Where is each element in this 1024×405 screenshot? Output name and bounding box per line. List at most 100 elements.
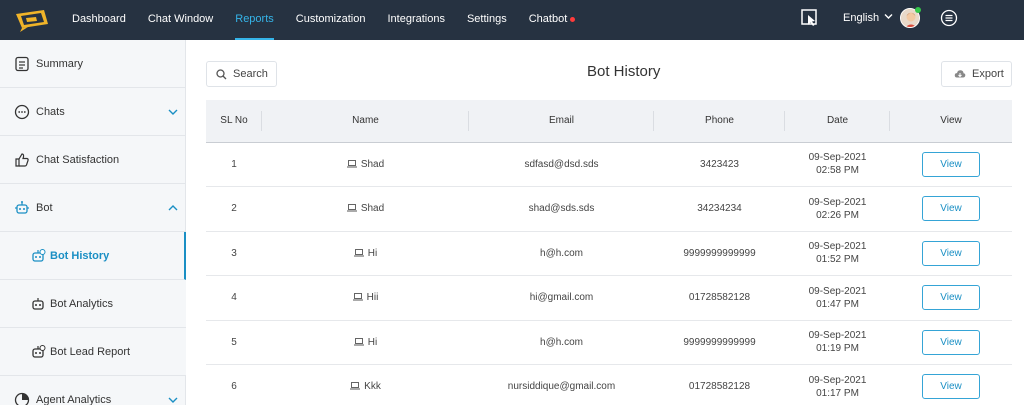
bot-history-icon	[32, 248, 46, 262]
cell-phone: 01728582128	[688, 292, 751, 304]
table-row: 4 Hii hi@gmail.com 01728582128 09-Sep-20…	[206, 276, 1012, 321]
column-header-name: Name	[262, 100, 469, 142]
cell-email: sdfasd@dsd.sds	[524, 158, 599, 170]
cell-date: 09-Sep-2021 02:26 PM	[808, 196, 867, 221]
sidebar-item-summary[interactable]: Summary	[0, 40, 186, 88]
cell-view: View	[890, 231, 1012, 276]
column-header-phone: Phone	[654, 100, 785, 142]
chat-bubble-icon	[14, 104, 30, 119]
online-status-dot	[915, 7, 921, 13]
sidebar-item-agent-analytics[interactable]: Agent Analytics	[0, 376, 186, 405]
sidebar-item-label: Agent Analytics	[36, 393, 112, 405]
search-icon	[216, 68, 227, 79]
table-row: 3 Hi h@h.com 9999999999999 09-Sep-2021 01…	[206, 231, 1012, 276]
laptop-icon	[350, 382, 361, 390]
laptop-icon	[353, 248, 364, 257]
laptop-icon	[353, 337, 364, 346]
nav-customization[interactable]: Customization	[296, 0, 366, 40]
export-button[interactable]: Export	[941, 61, 1012, 87]
cell-email: hi@gmail.com	[529, 292, 594, 304]
sidebar-item-bot-history[interactable]: Bot History	[0, 232, 186, 280]
sidebar-item-chat-satisfaction[interactable]: Chat Satisfaction	[0, 136, 186, 184]
bot-history-table: SL No Name Email Phone Date View 1 Shad …	[206, 100, 1012, 405]
laptop-icon	[346, 159, 357, 168]
nav-settings[interactable]: Settings	[467, 0, 507, 40]
cell-sl-no: 2	[231, 203, 237, 215]
table-row: 2 Shad shad@sds.sds 34234234 09-Sep-2021…	[206, 187, 1012, 232]
cell-email: nursiddique@gmail.com	[507, 381, 616, 393]
column-header-email: Email	[469, 100, 654, 142]
view-button[interactable]: View	[922, 240, 980, 266]
nav-chatbot[interactable]: Chatbot	[529, 0, 576, 40]
sidebar-item-label: Bot Lead Report	[50, 345, 131, 358]
menu-icon[interactable]	[940, 9, 958, 27]
view-button[interactable]: View	[922, 285, 980, 311]
laptop-icon	[352, 293, 363, 301]
cell-view: View	[890, 276, 1012, 321]
cell-sl-no: 6	[231, 381, 237, 393]
nav-reports[interactable]: Reports	[235, 0, 274, 40]
search-label: Search	[233, 68, 268, 80]
sidebar: Summary Chats Chat Satisfaction Bot Bot …	[0, 40, 186, 405]
cell-name: Hii	[262, 276, 469, 321]
cell-sl-no: 4	[231, 292, 237, 304]
main-nav: Dashboard Chat Window Reports Customizat…	[72, 0, 597, 40]
screen-share-icon[interactable]	[800, 8, 820, 28]
cell-name: Kkk	[262, 365, 469, 405]
cell-phone: 01728582128	[688, 381, 751, 393]
top-navbar: Dashboard Chat Window Reports Customizat…	[0, 0, 1024, 40]
cell-view: View	[890, 187, 1012, 232]
nav-integrations[interactable]: Integrations	[387, 0, 444, 40]
sidebar-item-bot-analytics[interactable]: Bot Analytics	[0, 280, 186, 328]
view-button[interactable]: View	[922, 196, 980, 222]
cell-view: View	[890, 320, 1012, 365]
table-row: 1 Shad sdfasd@dsd.sds 3423423 09-Sep-202…	[206, 142, 1012, 187]
table-row: 6 Kkk nursiddique@gmail.com 01728582128 …	[206, 365, 1012, 405]
cell-phone: 9999999999999	[683, 336, 756, 348]
cell-phone: 34234234	[697, 203, 742, 215]
sidebar-item-label: Chats	[36, 105, 65, 118]
cell-view: View	[890, 365, 1012, 405]
sidebar-item-bot-lead-report[interactable]: Bot Lead Report	[0, 328, 186, 376]
cell-email: shad@sds.sds	[528, 203, 595, 215]
document-icon	[15, 56, 29, 71]
cell-date: 09-Sep-2021 01:17 PM	[808, 374, 867, 399]
view-button[interactable]: View	[922, 329, 980, 355]
chevron-down-icon	[884, 14, 893, 19]
cell-date: 09-Sep-2021 01:52 PM	[808, 241, 867, 266]
sidebar-item-chats[interactable]: Chats	[0, 88, 186, 136]
cell-date: 09-Sep-2021 01:19 PM	[808, 330, 867, 355]
nav-chat-window[interactable]: Chat Window	[148, 0, 213, 40]
sidebar-item-bot[interactable]: Bot	[0, 184, 186, 232]
view-button[interactable]: View	[922, 151, 980, 177]
page-title: Bot History	[587, 63, 661, 80]
agent-analytics-icon	[14, 392, 30, 405]
table-row: 5 Hi h@h.com 9999999999999 09-Sep-2021 01…	[206, 320, 1012, 365]
cell-name: Shad	[262, 142, 469, 187]
cell-name: Hi	[262, 320, 469, 365]
language-selector[interactable]: English	[843, 12, 893, 24]
cell-date: 09-Sep-2021 01:47 PM	[808, 285, 867, 310]
search-button[interactable]: Search	[206, 61, 277, 87]
export-label: Export	[972, 68, 1004, 80]
cell-view: View	[890, 142, 1012, 187]
laptop-icon	[346, 204, 357, 212]
nav-dashboard[interactable]: Dashboard	[72, 0, 126, 40]
table-header-row: SL No Name Email Phone Date View	[206, 100, 1012, 142]
logo-icon[interactable]	[14, 8, 50, 32]
view-button[interactable]: View	[922, 374, 980, 400]
cell-date: 09-Sep-2021 02:58 PM	[808, 152, 867, 177]
sidebar-item-label: Bot Analytics	[50, 297, 113, 310]
bot-lead-icon	[32, 344, 46, 358]
thumbs-up-icon	[15, 152, 29, 167]
cell-name: Hi	[262, 231, 469, 276]
sidebar-item-label: Summary	[36, 57, 84, 70]
main-content: Search Bot History Export SL No Name Ema…	[187, 40, 1024, 405]
cell-phone: 9999999999999	[683, 247, 756, 259]
bot-analytics-icon	[32, 297, 44, 310]
cell-email: h@h.com	[540, 336, 583, 348]
sidebar-item-label: Bot	[36, 201, 53, 214]
cell-sl-no: 5	[231, 336, 237, 348]
sidebar-item-label: Chat Satisfaction	[36, 153, 120, 166]
cell-phone: 3423423	[700, 158, 739, 170]
